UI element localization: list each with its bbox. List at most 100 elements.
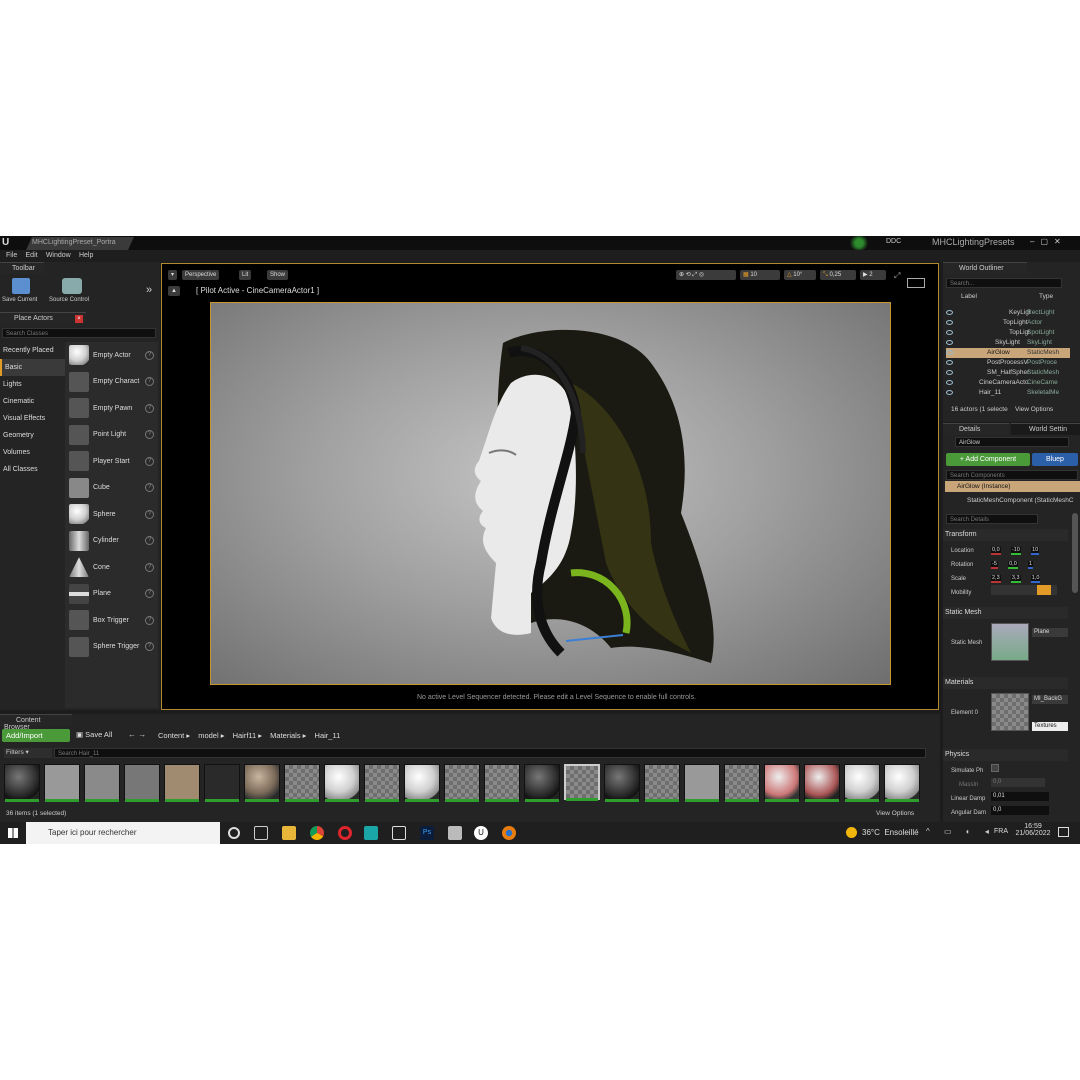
close-tab-icon[interactable]: × — [75, 315, 83, 323]
save-all-button[interactable]: ▣ Save All — [76, 730, 112, 739]
outliner-row[interactable]: CineCameraActoCineCame — [946, 378, 1070, 388]
asset-thumbnail[interactable] — [844, 764, 880, 802]
blueprint-button[interactable]: Bluep — [1032, 453, 1078, 466]
viewport-menu-button[interactable]: ▾ — [168, 270, 178, 280]
actor-item-cube[interactable]: Cube? — [65, 475, 158, 502]
visibility-icon[interactable] — [946, 369, 953, 375]
path-materials[interactable]: Materials — [270, 731, 300, 740]
col-label[interactable]: Label — [961, 293, 977, 300]
menu-help[interactable]: Help — [79, 250, 93, 262]
menu-edit[interactable]: Edit — [26, 250, 38, 262]
show-button[interactable]: Show — [267, 270, 289, 280]
save-current-button[interactable]: Save Current — [2, 297, 37, 303]
material-dropdown[interactable]: MI_BackG — [1032, 695, 1068, 704]
source-control-status-icon[interactable] — [848, 236, 870, 250]
3d-viewer-icon[interactable] — [392, 826, 406, 840]
outliner-row-selected[interactable]: AirGlow StaticMesh — [946, 348, 1070, 358]
actor-item-sphere[interactable]: Sphere? — [65, 501, 158, 528]
help-icon[interactable]: ? — [145, 483, 154, 493]
help-icon[interactable]: ? — [145, 377, 154, 387]
outliner-row[interactable]: SM_HalfSpherStaticMesh — [946, 368, 1070, 378]
visibility-icon[interactable] — [946, 359, 953, 365]
cortana-icon[interactable] — [228, 827, 240, 839]
actor-item-point-light[interactable]: Point Light? — [65, 422, 158, 449]
actor-item-player-start[interactable]: Player Start? — [65, 448, 158, 475]
transform-tools[interactable]: ⊕ ⟲ ⤢ ◎ — [676, 270, 736, 280]
clock[interactable]: 16:59 21/06/2022 — [1014, 823, 1052, 837]
scale-snap-button[interactable]: ⤡ 0,25 — [820, 270, 856, 280]
world-outliner-tab[interactable]: World Outliner — [943, 262, 1027, 274]
actor-name-field[interactable]: AirGlow — [955, 437, 1069, 447]
asset-thumbnail[interactable] — [324, 764, 360, 802]
actor-item-box-trigger[interactable]: Box Trigger? — [65, 607, 158, 634]
photoshop-icon[interactable]: Ps — [420, 826, 434, 840]
add-component-button[interactable]: + Add Component — [946, 453, 1030, 466]
asset-thumbnail[interactable] — [524, 764, 560, 802]
asset-thumbnail[interactable] — [44, 764, 80, 802]
help-icon[interactable]: ? — [145, 536, 154, 546]
task-view-icon[interactable] — [254, 826, 268, 840]
static-mesh-section[interactable]: Static Mesh — [943, 607, 1068, 619]
weather-text[interactable]: 36°C Ensoleillé — [862, 828, 919, 837]
add-import-button[interactable]: Add/Import — [2, 729, 70, 742]
actor-item-cone[interactable]: Cone? — [65, 554, 158, 581]
location-z[interactable]: 10 — [1031, 547, 1040, 555]
source-control-icon[interactable] — [62, 278, 82, 294]
outliner-view-options[interactable]: View Options — [1015, 406, 1053, 413]
material-thumbnail[interactable] — [991, 693, 1029, 731]
asset-thumbnail[interactable] — [484, 764, 520, 802]
asset-thumbnail[interactable] — [884, 764, 920, 802]
opera-icon[interactable] — [338, 826, 352, 840]
asset-thumbnail[interactable] — [604, 764, 640, 802]
maya-icon[interactable] — [364, 826, 378, 840]
expand-toolbar-icon[interactable]: » — [146, 284, 152, 296]
search-details-input[interactable]: Search Details — [946, 514, 1038, 524]
menu-file[interactable]: File — [6, 250, 17, 262]
layout-grid-icon[interactable] — [907, 278, 925, 288]
help-icon[interactable]: ? — [145, 430, 154, 440]
maximize-icon[interactable]: ⤢ — [894, 271, 900, 281]
app-icon[interactable] — [448, 826, 462, 840]
path-model[interactable]: model — [198, 731, 218, 740]
history-nav-icons[interactable]: ← → — [128, 730, 146, 739]
outliner-row[interactable]: KeyLiglRectLight — [946, 308, 1070, 318]
rotation-label[interactable]: Rotation — [951, 562, 973, 568]
language-indicator[interactable]: FRA — [994, 828, 1008, 835]
instance-row[interactable]: AirGlow (Instance) — [945, 481, 1080, 492]
linear-damping-field[interactable]: 0,01 — [991, 792, 1049, 801]
unreal-engine-icon[interactable]: U — [474, 826, 488, 840]
unreal-logo-icon[interactable]: U — [2, 237, 14, 249]
help-icon[interactable]: ? — [145, 350, 154, 360]
asset-thumbnail[interactable] — [4, 764, 40, 802]
content-search-input[interactable]: Search Hair_11 — [54, 748, 926, 758]
scale-label[interactable]: Scale — [951, 576, 966, 582]
level-tab[interactable]: MHCLightingPreset_Portra — [26, 237, 134, 250]
materials-section[interactable]: Materials — [943, 677, 1068, 689]
asset-thumbnail[interactable] — [284, 764, 320, 802]
asset-thumbnail[interactable] — [724, 764, 760, 802]
content-browser-tab[interactable]: Content Browser — [0, 714, 72, 731]
save-icon[interactable] — [12, 278, 30, 294]
location-y[interactable]: -10 — [1010, 547, 1021, 555]
help-icon[interactable]: ? — [145, 562, 154, 572]
asset-thumbnail[interactable] — [84, 764, 120, 802]
system-tray-icons[interactable]: ^ ▭ ◐ ◂ — [926, 827, 995, 836]
asset-thumbnail[interactable] — [804, 764, 840, 802]
viewport[interactable]: ▾ Perspective Lit Show ▲ [ Pilot Active … — [161, 263, 939, 710]
rotation-snap-button[interactable]: △ 10° — [784, 270, 816, 280]
details-scrollbar[interactable] — [1072, 513, 1078, 593]
outliner-row[interactable]: SkyLight SkyLight — [946, 338, 1070, 348]
scale-y[interactable]: 3,3 — [1010, 575, 1021, 583]
help-icon[interactable]: ? — [145, 642, 154, 652]
visibility-icon[interactable] — [946, 389, 953, 395]
help-icon[interactable]: ? — [145, 509, 154, 519]
asset-thumbnail-selected[interactable] — [564, 764, 600, 801]
mobility-movable[interactable] — [1037, 585, 1051, 595]
textures-dropdown[interactable]: Textures — [1032, 722, 1068, 731]
ddc-label[interactable]: DDC — [886, 238, 901, 245]
search-components-input[interactable]: Search Components — [946, 470, 1078, 480]
static-mesh-thumbnail[interactable] — [991, 623, 1029, 661]
category-cinematic[interactable]: Cinematic — [0, 393, 65, 410]
asset-thumbnail[interactable] — [164, 764, 200, 802]
component-row[interactable]: StaticMeshComponent (StaticMeshC — [967, 497, 1074, 504]
